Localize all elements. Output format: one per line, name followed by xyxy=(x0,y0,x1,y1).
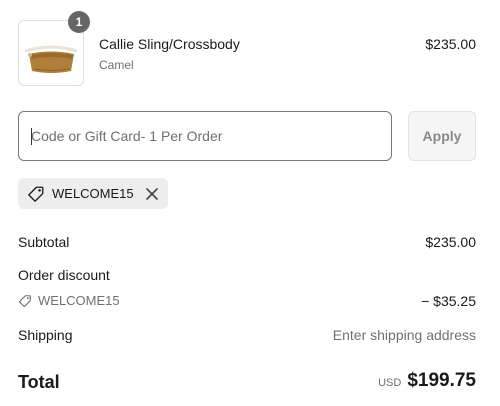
apply-button[interactable]: Apply xyxy=(408,111,476,161)
tag-icon xyxy=(28,186,44,202)
discount-code-input[interactable] xyxy=(18,111,392,161)
applied-code: WELCOME15 xyxy=(52,186,134,201)
text-cursor xyxy=(31,128,32,145)
discount-value: − $35.25 xyxy=(421,293,476,309)
shipping-label: Shipping xyxy=(18,327,73,343)
total-label: Total xyxy=(18,372,60,392)
total-amount: $199.75 xyxy=(407,370,476,391)
quantity-badge: 1 xyxy=(68,11,90,33)
close-icon[interactable] xyxy=(145,187,159,201)
total-amount-group: USD $199.75 xyxy=(378,370,476,392)
product-variant: Camel xyxy=(99,58,134,72)
applied-discount-tag: WELCOME15 xyxy=(18,178,168,209)
shipping-value: Enter shipping address xyxy=(332,327,476,343)
product-price: $235.00 xyxy=(425,36,476,52)
tag-icon xyxy=(18,294,31,307)
cart-line-item: 1 Callie Sling/Crossbody Camel $235.00 xyxy=(18,11,476,86)
discount-code-line: WELCOME15 xyxy=(18,293,120,308)
subtotal-value: $235.00 xyxy=(425,234,476,250)
currency-code: USD xyxy=(378,377,402,389)
subtotal-label: Subtotal xyxy=(18,234,70,250)
discount-code-text: WELCOME15 xyxy=(38,293,120,308)
product-name: Callie Sling/Crossbody xyxy=(99,36,240,52)
order-discount-label: Order discount xyxy=(18,267,110,283)
